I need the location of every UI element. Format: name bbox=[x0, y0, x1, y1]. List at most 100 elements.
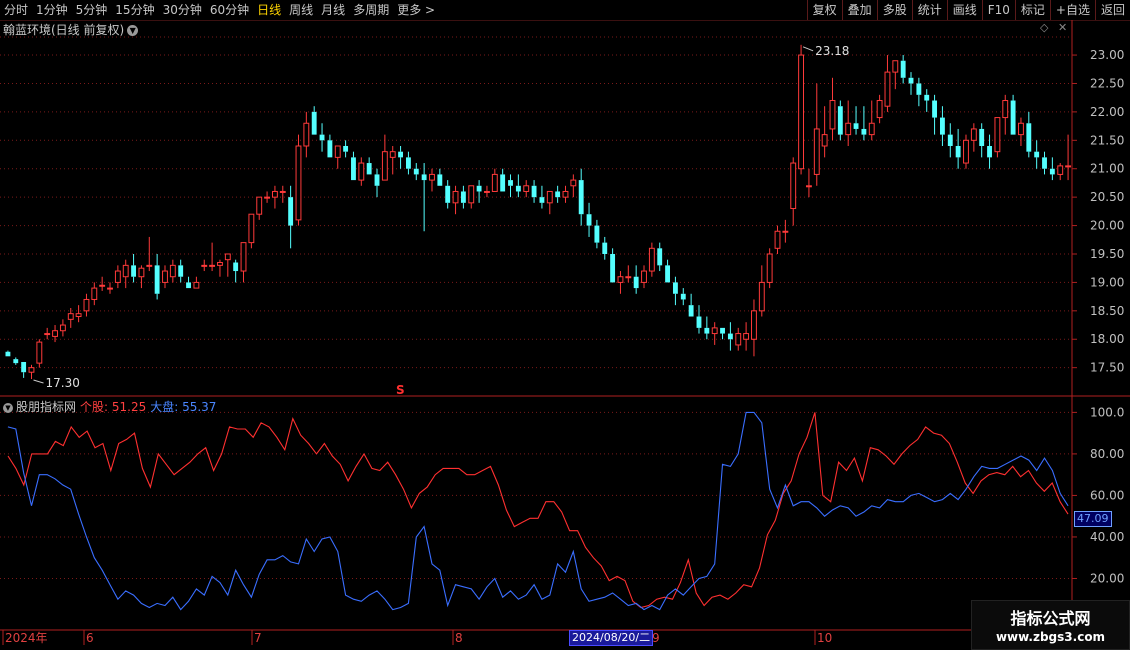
current-value-tag: 47.09 bbox=[1074, 511, 1112, 527]
candle-body bbox=[178, 265, 184, 277]
candle-body bbox=[59, 324, 66, 332]
candle-body bbox=[570, 179, 577, 187]
candle-body bbox=[633, 276, 639, 289]
diamond-icon[interactable]: ◇ bbox=[1040, 21, 1048, 34]
candle-body bbox=[1002, 100, 1009, 119]
price-tick-label: 18.50 bbox=[1090, 304, 1124, 318]
candle-body bbox=[5, 351, 11, 357]
candle-body bbox=[21, 361, 27, 373]
sell-signal-marker: S bbox=[396, 383, 405, 397]
candle-body bbox=[452, 190, 459, 204]
candle-body bbox=[288, 197, 294, 226]
candle-body bbox=[641, 270, 647, 283]
candle-body bbox=[484, 190, 490, 193]
low-label: 17.30 bbox=[45, 376, 79, 390]
candle-body bbox=[44, 333, 51, 336]
candle-body bbox=[311, 111, 317, 135]
candle-body bbox=[987, 145, 992, 158]
stock-title-text: 翰蓝环境(日线 前复权) bbox=[3, 23, 125, 37]
candle-body bbox=[358, 162, 365, 181]
candle-body bbox=[476, 185, 482, 192]
price-tick-label: 20.50 bbox=[1090, 190, 1124, 204]
watermark: 指标公式网 www.zbgs3.com bbox=[971, 600, 1130, 650]
candle-body bbox=[743, 333, 750, 340]
candle-body bbox=[908, 77, 914, 84]
candle-body bbox=[99, 284, 106, 287]
close-icon[interactable]: ✕ bbox=[1058, 21, 1067, 34]
candle-body bbox=[374, 174, 380, 186]
candle-body bbox=[602, 242, 608, 254]
candle-body bbox=[114, 270, 121, 283]
candle-body bbox=[1057, 165, 1064, 175]
candle-body bbox=[131, 265, 137, 277]
candle-body bbox=[610, 253, 616, 283]
watermark-line1: 指标公式网 bbox=[1010, 609, 1091, 628]
candle-body bbox=[248, 213, 255, 244]
candle-body bbox=[91, 287, 98, 300]
candle-body bbox=[1034, 151, 1040, 158]
candle-body bbox=[704, 327, 710, 334]
candle-body bbox=[381, 151, 388, 181]
time-label: 7 bbox=[254, 631, 262, 645]
series2-value: 大盘: 55.37 bbox=[150, 400, 217, 414]
candle-body bbox=[853, 123, 859, 129]
indicator-tick-label: 40.00 bbox=[1090, 530, 1124, 544]
candle-body bbox=[201, 264, 208, 267]
chevron-down-icon[interactable]: ▼ bbox=[127, 25, 139, 36]
low-pointer bbox=[33, 379, 44, 384]
price-tick-label: 23.00 bbox=[1090, 48, 1124, 62]
high-label: 23.18 bbox=[815, 44, 849, 58]
candle-body bbox=[555, 191, 561, 198]
series1-value: 个股: 51.25 bbox=[80, 400, 147, 414]
candle-body bbox=[186, 282, 191, 289]
time-label: 10 bbox=[817, 631, 832, 645]
price-tick-label: 21.50 bbox=[1090, 133, 1124, 147]
chevron-down-icon[interactable]: ▼ bbox=[3, 402, 13, 413]
candle-body bbox=[389, 151, 396, 158]
candle-body bbox=[594, 225, 600, 243]
indicator-tick-label: 100.0 bbox=[1090, 405, 1124, 419]
candle-body bbox=[52, 330, 58, 337]
candle-body bbox=[924, 94, 930, 101]
candle-body bbox=[523, 185, 530, 192]
candle-body bbox=[680, 293, 686, 300]
candle-body bbox=[468, 185, 475, 204]
time-label: 8 bbox=[455, 631, 463, 645]
candle-body bbox=[1065, 165, 1072, 168]
candle-body bbox=[67, 313, 74, 320]
candle-body bbox=[531, 185, 537, 198]
candle-body bbox=[1049, 168, 1055, 175]
indicator-title: ▼ 股朋指标网 个股: 51.25 大盘: 55.37 bbox=[3, 398, 216, 415]
candle-body bbox=[75, 313, 82, 318]
indicator-tick-label: 60.00 bbox=[1090, 488, 1124, 502]
price-tick-label: 17.50 bbox=[1090, 361, 1124, 375]
chart-corner-icons: ◇ ✕ bbox=[1040, 21, 1067, 34]
candle-body bbox=[994, 117, 1001, 153]
candle-body bbox=[515, 185, 521, 192]
candle-body bbox=[932, 100, 938, 118]
candle-body bbox=[334, 145, 341, 158]
candle-body bbox=[586, 214, 592, 226]
candle-body bbox=[916, 83, 922, 95]
candle-body bbox=[648, 247, 655, 272]
indicator-name[interactable]: 股朋指标网 bbox=[16, 400, 76, 414]
price-tick-label: 18.00 bbox=[1090, 332, 1124, 346]
candle-body bbox=[122, 264, 129, 278]
kline-chart[interactable]: 17.50 18.00 18.50 19.00 19.50 20.00 20.50 21.00… bbox=[0, 0, 1130, 650]
stock-title[interactable]: 翰蓝环境(日线 前复权) ▼ bbox=[3, 21, 139, 38]
candle-body bbox=[774, 230, 781, 249]
candle-body bbox=[398, 151, 404, 158]
candle-body bbox=[209, 264, 216, 267]
candle-body bbox=[625, 276, 632, 279]
candle-body bbox=[107, 287, 113, 290]
candle-body bbox=[790, 162, 797, 210]
price-tick-label: 19.50 bbox=[1090, 247, 1124, 261]
time-label: 9 bbox=[652, 631, 660, 645]
price-tick-label: 22.00 bbox=[1090, 105, 1124, 119]
time-label: 6 bbox=[86, 631, 94, 645]
price-tick-label: 19.00 bbox=[1090, 275, 1124, 289]
candle-body bbox=[727, 333, 733, 340]
candle-body bbox=[295, 145, 302, 221]
candle-body bbox=[138, 267, 145, 278]
candle-body bbox=[343, 145, 349, 152]
